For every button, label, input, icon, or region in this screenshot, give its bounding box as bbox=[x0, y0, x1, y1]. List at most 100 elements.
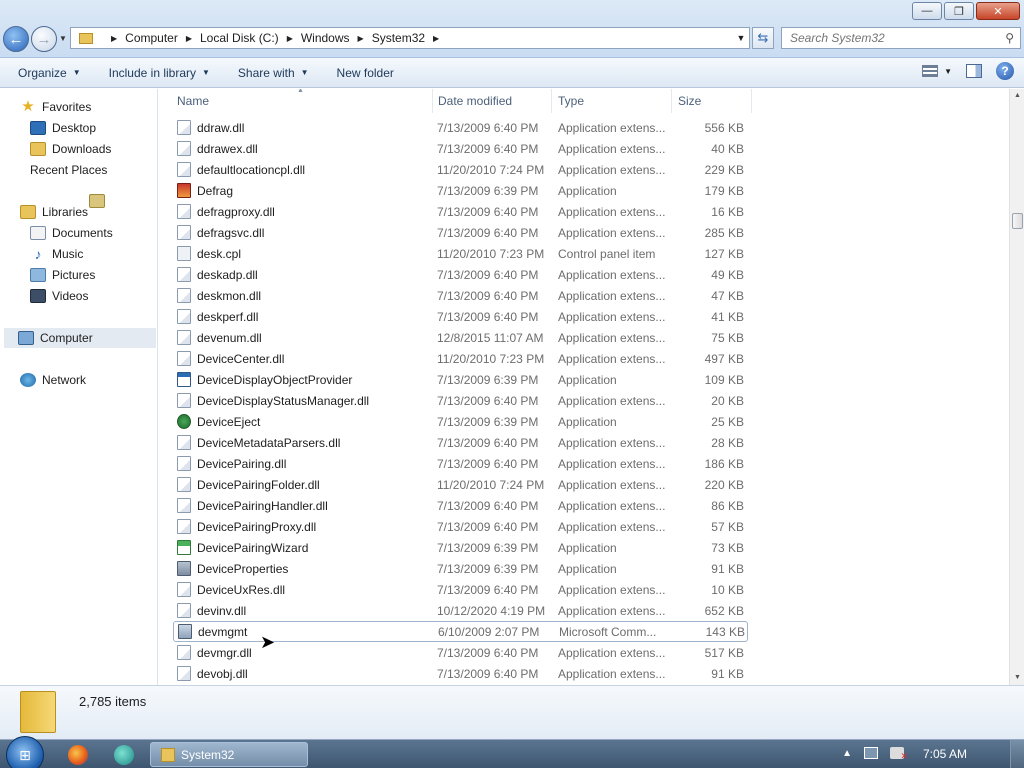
file-row[interactable]: DeviceProperties 7/13/2009 6:39 PM Applica… bbox=[173, 558, 748, 579]
column-header-date-modified[interactable]: Date modified bbox=[432, 89, 552, 113]
nav-favorites[interactable]: ★ Favorites bbox=[20, 97, 91, 117]
new-folder-button[interactable]: New folder bbox=[327, 66, 404, 80]
file-name-cell: deskadp.dll bbox=[177, 267, 258, 282]
file-row[interactable]: DeviceDisplayStatusManager.dll 7/13/2009 … bbox=[173, 390, 748, 411]
file-row[interactable]: deskmon.dll 7/13/2009 6:40 PM Application … bbox=[173, 285, 748, 306]
scroll-up-arrow-icon[interactable]: ▲ bbox=[1010, 89, 1024, 103]
file-row[interactable]: deskadp.dll 7/13/2009 6:40 PM Application … bbox=[173, 264, 748, 285]
nav-recent-places[interactable]: Recent Places bbox=[30, 160, 107, 208]
file-name: deskadp.dll bbox=[197, 267, 258, 282]
address-bar[interactable]: ▶ Computer ▶ Local Disk (C:) ▶ Windows ▶ Sy… bbox=[70, 27, 750, 49]
breadcrumb-label: Windows bbox=[300, 31, 350, 45]
help-icon[interactable]: ? bbox=[996, 62, 1014, 80]
nav-label: Downloads bbox=[52, 142, 112, 156]
start-button[interactable]: ⊞ bbox=[6, 736, 44, 768]
eject-icon bbox=[177, 414, 191, 429]
nav-music[interactable]: ♪ Music bbox=[30, 244, 84, 264]
nav-pictures[interactable]: Pictures bbox=[30, 265, 95, 285]
maximize-button[interactable]: ❐ bbox=[944, 2, 974, 20]
file-row[interactable]: devobj.dll 7/13/2009 6:40 PM Application e… bbox=[173, 663, 748, 684]
dll-icon bbox=[177, 477, 191, 492]
file-row[interactable]: defragsvc.dll 7/13/2009 6:40 PM Applicatio… bbox=[173, 222, 748, 243]
nav-videos[interactable]: Videos bbox=[30, 286, 88, 306]
recent-pages-dropdown[interactable]: ▼ bbox=[59, 34, 67, 43]
file-row[interactable]: DeviceEject 7/13/2009 6:39 PM Application 2… bbox=[173, 411, 748, 432]
nav-downloads[interactable]: Downloads bbox=[30, 139, 111, 159]
window-controls: — ❐ ✕ bbox=[912, 2, 1020, 20]
column-header-size[interactable]: Size bbox=[672, 89, 752, 113]
address-history-dropdown[interactable]: ▼ bbox=[733, 33, 749, 43]
column-header-type[interactable]: Type bbox=[552, 89, 672, 113]
organize-menu[interactable]: Organize ▼ bbox=[8, 66, 91, 80]
refresh-button[interactable]: ⇆ bbox=[752, 27, 774, 49]
search-input[interactable] bbox=[790, 31, 990, 45]
file-row[interactable]: Defrag 7/13/2009 6:39 PM Application 179 KB bbox=[173, 180, 748, 201]
share-with-menu[interactable]: Share with ▼ bbox=[228, 66, 319, 80]
refresh-icon: ⇆ bbox=[757, 30, 769, 45]
file-row[interactable]: DevicePairingWizard 7/13/2009 6:39 PM Appl… bbox=[173, 537, 748, 558]
view-options-caret-icon[interactable]: ▼ bbox=[944, 67, 952, 76]
show-desktop-button[interactable] bbox=[1010, 740, 1024, 768]
folder-icon bbox=[79, 32, 93, 44]
file-name-cell: DeviceEject bbox=[177, 414, 260, 429]
nav-desktop[interactable]: Desktop bbox=[30, 118, 96, 138]
preview-pane-icon[interactable] bbox=[966, 64, 982, 78]
file-row[interactable]: DevicePairingHandler.dll 7/13/2009 6:40 P… bbox=[173, 495, 748, 516]
file-date-modified: 7/13/2009 6:39 PM bbox=[437, 540, 539, 555]
volume-muted-icon[interactable] bbox=[890, 747, 908, 762]
file-row[interactable]: DevicePairingProxy.dll 7/13/2009 6:40 PM A… bbox=[173, 516, 748, 537]
file-row[interactable]: DeviceCenter.dll 11/20/2010 7:23 PM Applic… bbox=[173, 348, 748, 369]
dll-icon bbox=[177, 330, 191, 345]
nav-label: Music bbox=[52, 247, 84, 261]
breadcrumb-computer[interactable]: Computer ▶ bbox=[121, 31, 196, 45]
file-date-modified: 11/20/2010 7:23 PM bbox=[437, 351, 545, 366]
file-date-modified: 7/13/2009 6:39 PM bbox=[437, 561, 539, 576]
dll-icon bbox=[177, 645, 191, 660]
file-name: defaultlocationcpl.dll bbox=[197, 162, 306, 177]
file-row[interactable]: devenum.dll 12/8/2015 11:07 AM Application… bbox=[173, 327, 748, 348]
breadcrumb-windows[interactable]: Windows ▶ bbox=[297, 31, 368, 45]
close-button[interactable]: ✕ bbox=[976, 2, 1020, 20]
search-icon[interactable]: ⚲ bbox=[1005, 31, 1014, 45]
nav-libraries[interactable]: Libraries bbox=[20, 202, 88, 222]
include-in-library-menu[interactable]: Include in library ▼ bbox=[99, 66, 220, 80]
file-row[interactable]: defaultlocationcpl.dll 11/20/2010 7:24 PM… bbox=[173, 159, 748, 180]
search-box[interactable]: ⚲ bbox=[781, 27, 1021, 49]
file-row[interactable]: deskperf.dll 7/13/2009 6:40 PM Application… bbox=[173, 306, 748, 327]
forward-button[interactable]: → bbox=[31, 26, 57, 52]
scrollbar-thumb[interactable] bbox=[1012, 213, 1023, 229]
file-row[interactable]: ddraw.dll 7/13/2009 6:40 PM Application ex… bbox=[173, 117, 748, 138]
media-player-icon[interactable] bbox=[114, 745, 134, 765]
file-name-cell: DevicePairing.dll bbox=[177, 456, 286, 471]
breadcrumb-system32[interactable]: System32 ▶ bbox=[368, 31, 444, 45]
scroll-down-arrow-icon[interactable]: ▼ bbox=[1010, 671, 1024, 685]
file-row[interactable]: defragproxy.dll 7/13/2009 6:40 PM Applicat… bbox=[173, 201, 748, 222]
file-row[interactable]: DevicePairingFolder.dll 11/20/2010 7:24 P… bbox=[173, 474, 748, 495]
file-row[interactable]: ddrawex.dll 7/13/2009 6:40 PM Application … bbox=[173, 138, 748, 159]
taskbar-button-system32[interactable]: System32 bbox=[150, 742, 308, 767]
nav-network[interactable]: Network bbox=[20, 370, 86, 390]
file-row[interactable]: DeviceMetadataParsers.dll 7/13/2009 6:40 … bbox=[173, 432, 748, 453]
clock[interactable]: 7:05 AM bbox=[923, 747, 967, 761]
network-tray-icon[interactable] bbox=[864, 747, 878, 759]
minimize-button[interactable]: — bbox=[912, 2, 942, 20]
file-type: Application bbox=[558, 540, 617, 555]
file-size: 109 KB bbox=[704, 372, 744, 387]
nav-computer[interactable]: Computer bbox=[4, 328, 156, 348]
file-row[interactable]: DevicePairing.dll 7/13/2009 6:40 PM Applic… bbox=[173, 453, 748, 474]
vertical-scrollbar[interactable]: ▲ ▼ bbox=[1009, 89, 1024, 685]
nav-documents[interactable]: Documents bbox=[30, 223, 113, 243]
change-view-icon[interactable] bbox=[922, 65, 939, 77]
file-row[interactable]: devinv.dll 10/12/2020 4:19 PM Application … bbox=[173, 600, 748, 621]
breadcrumb-arrow-root[interactable]: ▶ bbox=[99, 34, 121, 43]
file-row[interactable]: DeviceUxRes.dll 7/13/2009 6:40 PM Applicat… bbox=[173, 579, 748, 600]
back-button[interactable]: ← bbox=[3, 26, 29, 52]
file-date-modified: 7/13/2009 6:40 PM bbox=[437, 519, 539, 534]
breadcrumb-local-disk[interactable]: Local Disk (C:) ▶ bbox=[196, 31, 297, 45]
file-row[interactable]: DeviceDisplayObjectProvider 7/13/2009 6:3… bbox=[173, 369, 748, 390]
file-name: defragproxy.dll bbox=[197, 204, 275, 219]
file-name-cell: DevicePairingWizard bbox=[177, 540, 308, 555]
firefox-icon[interactable] bbox=[68, 745, 88, 765]
show-hidden-icons-arrow-icon[interactable]: ▲ bbox=[842, 748, 852, 759]
file-row[interactable]: desk.cpl 11/20/2010 7:23 PM Control panel … bbox=[173, 243, 748, 264]
